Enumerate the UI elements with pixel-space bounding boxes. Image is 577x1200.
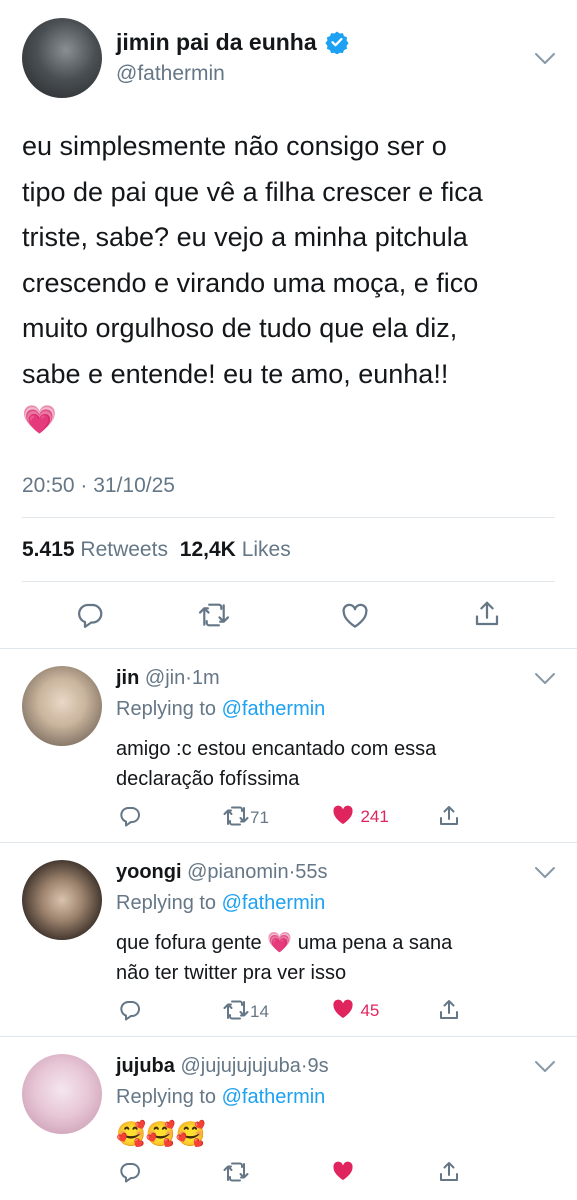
reply-text-line: não ter twitter pra ver isso: [116, 962, 347, 984]
reply-icon[interactable]: [118, 998, 142, 1022]
reply-text-line: 🥰🥰🥰: [116, 1120, 206, 1148]
chevron-down-icon[interactable]: [534, 52, 556, 66]
heart-emoji: 💗: [22, 403, 57, 436]
divider: [0, 648, 577, 649]
reply-icon[interactable]: [75, 600, 105, 630]
replying-to-link[interactable]: @fathermin: [222, 1086, 326, 1108]
replying-label: Replying to: [116, 1086, 217, 1108]
reply-separator: ·: [300, 1055, 308, 1077]
replying-label: Replying to: [116, 698, 217, 720]
like-icon: [333, 999, 353, 1018]
share-icon[interactable]: [437, 1159, 461, 1185]
reply-text-line: que fofura gente 💗 uma pena a sana: [116, 932, 453, 954]
retweets-count: 5.415: [22, 538, 75, 561]
tweet-text-line: muito orgulhoso de tudo que ela diz,: [22, 313, 458, 343]
retweet-icon: [223, 806, 249, 826]
author-avatar[interactable]: [22, 18, 102, 98]
share-icon[interactable]: [437, 997, 461, 1023]
replying-to-link[interactable]: @fathermin: [222, 698, 326, 720]
retweet-icon: [223, 1162, 249, 1182]
retweet-icon: [223, 1000, 249, 1020]
divider: [0, 842, 577, 843]
like-count: 241: [360, 807, 389, 826]
tweet-text-line: crescendo e virando uma moça, e fico: [22, 267, 479, 298]
replying-to: Replying to @fathermin: [116, 698, 325, 721]
reply-time: 55s: [295, 861, 328, 883]
like-action[interactable]: 45: [330, 997, 379, 1021]
tweet-text-line: triste, sabe? eu vejo a minha pitchula: [22, 222, 468, 252]
reply-header: jin @jin·1m: [116, 667, 220, 690]
reply-time: 1m: [191, 667, 220, 689]
reply-avatar[interactable]: [22, 666, 102, 746]
display-name-text: jimin pai da eunha: [116, 29, 317, 55]
likes-label: Likes: [241, 538, 291, 561]
reply-separator: ·: [185, 667, 192, 689]
chevron-down-icon[interactable]: [534, 1060, 556, 1074]
tweet-text-line: sabe e entende! eu te amo, eunha!!: [22, 358, 449, 389]
reply-header: jujuba @jujujujujuba·9s: [116, 1055, 329, 1078]
tweet-text-line: tipo de pai que vê a filha crescer e fic…: [22, 176, 483, 207]
replying-to: Replying to @fathermin: [116, 892, 325, 915]
like-icon[interactable]: [339, 601, 371, 631]
reply-text: que fofura gente 💗 uma pena a sana não t…: [116, 928, 452, 988]
engagement-stats: 5.415 Retweets 12,4K Likes: [22, 538, 291, 562]
retweet-count: 14: [250, 1002, 269, 1021]
like-icon: [333, 1161, 353, 1180]
author-handle[interactable]: @fathermin: [116, 62, 225, 86]
reply-name[interactable]: jin: [116, 667, 139, 689]
retweet-icon[interactable]: [197, 600, 231, 630]
divider: [0, 1036, 577, 1037]
tweet-text: eu simplesmente não consigo ser o tipo d…: [22, 124, 562, 443]
reply-icon[interactable]: [118, 804, 142, 828]
reply-text-line: declaração fofíssima: [116, 768, 300, 790]
verified-badge-icon: [325, 31, 349, 55]
author-display-name[interactable]: jimin pai da eunha: [116, 29, 349, 56]
share-icon[interactable]: [437, 803, 461, 829]
share-icon[interactable]: [472, 598, 502, 630]
reply-handle[interactable]: @jujujujujuba: [180, 1055, 300, 1077]
reply-avatar[interactable]: [22, 860, 102, 940]
chevron-down-icon[interactable]: [534, 866, 556, 880]
reply-name[interactable]: yoongi: [116, 861, 182, 883]
retweets-label: Retweets: [80, 538, 168, 561]
retweet-action[interactable]: 71: [222, 804, 269, 828]
replying-to-link[interactable]: @fathermin: [222, 892, 326, 914]
reply-handle[interactable]: @jin: [145, 667, 185, 689]
reply-name[interactable]: jujuba: [116, 1055, 175, 1077]
retweet-count: 71: [250, 808, 269, 827]
like-action[interactable]: [330, 1159, 356, 1183]
likes-count: 12,4K: [179, 538, 236, 561]
replying-label: Replying to: [116, 892, 217, 914]
like-action[interactable]: 241: [330, 803, 389, 827]
tweet-text-line: eu simplesmente não consigo ser o: [22, 131, 447, 161]
divider: [22, 581, 555, 582]
reply-time: 9s: [307, 1055, 329, 1077]
divider: [22, 517, 555, 518]
retweet-action[interactable]: 14: [222, 998, 269, 1022]
replying-to: Replying to @fathermin: [116, 1086, 325, 1109]
reply-avatar[interactable]: [22, 1054, 102, 1134]
reply-header: yoongi @pianomin·55s: [116, 861, 328, 884]
chevron-down-icon[interactable]: [534, 672, 556, 686]
reply-text: 🥰🥰🥰: [116, 1119, 206, 1149]
reply-text: amigo :c estou encantado com essa declar…: [116, 734, 436, 794]
tweet-timestamp[interactable]: 20:50 · 31/10/25: [22, 474, 175, 498]
reply-icon[interactable]: [118, 1160, 142, 1184]
like-count: 45: [360, 1001, 380, 1020]
reply-text-line: amigo :c estou encantado com essa: [116, 738, 437, 760]
reply-handle[interactable]: @pianomin: [187, 861, 288, 883]
likes-stat[interactable]: 12,4K Likes: [180, 538, 291, 561]
retweet-action[interactable]: [222, 1160, 250, 1184]
like-icon: [333, 805, 353, 824]
retweets-stat[interactable]: 5.415 Retweets: [22, 538, 174, 561]
